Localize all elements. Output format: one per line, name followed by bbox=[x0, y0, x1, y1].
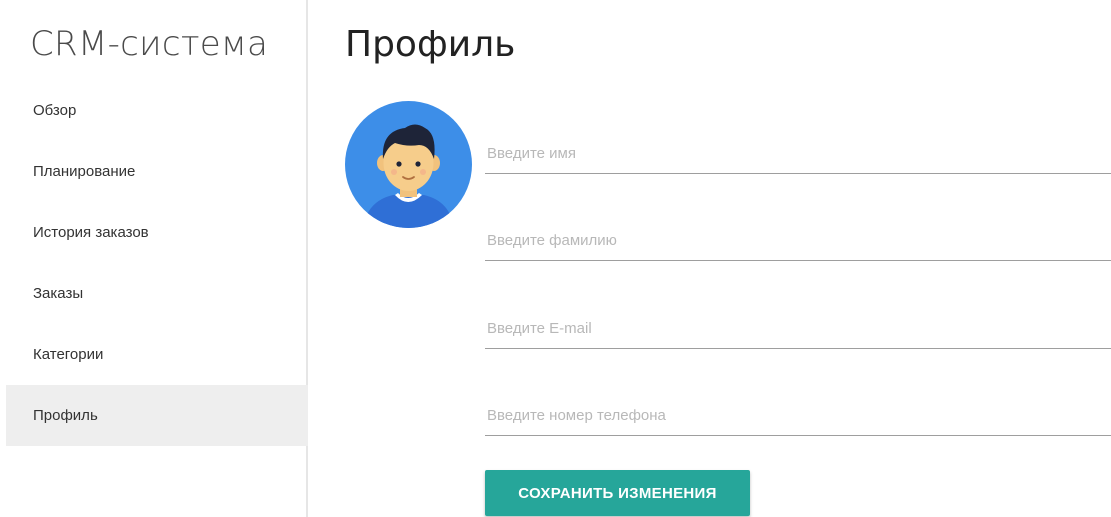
surname-input[interactable] bbox=[485, 221, 1111, 260]
user-avatar-icon[interactable] bbox=[345, 101, 472, 228]
email-input[interactable] bbox=[485, 309, 1111, 348]
page-title: Профиль bbox=[345, 24, 516, 65]
name-field bbox=[485, 134, 1111, 174]
surname-field bbox=[485, 221, 1111, 261]
sidebar-item-orders[interactable]: Заказы bbox=[6, 263, 308, 324]
phone-field bbox=[485, 396, 1111, 436]
name-input[interactable] bbox=[485, 134, 1111, 173]
phone-input[interactable] bbox=[485, 396, 1111, 435]
sidebar-item-categories[interactable]: Категории bbox=[6, 324, 308, 385]
email-field bbox=[485, 309, 1111, 349]
app: CRM-система Обзор Планирование История з… bbox=[0, 0, 1111, 517]
save-changes-button[interactable]: СОХРАНИТЬ ИЗМЕНЕНИЯ bbox=[485, 470, 750, 516]
sidebar-item-overview[interactable]: Обзор bbox=[6, 80, 308, 141]
sidebar-item-order-history[interactable]: История заказов bbox=[6, 202, 308, 263]
sidebar-item-planning[interactable]: Планирование bbox=[6, 141, 308, 202]
sidebar-nav: Обзор Планирование История заказов Заказ… bbox=[6, 80, 308, 446]
brand-title: CRM-система bbox=[30, 24, 269, 64]
sidebar: CRM-система Обзор Планирование История з… bbox=[0, 0, 308, 517]
sidebar-item-profile[interactable]: Профиль bbox=[6, 385, 308, 446]
